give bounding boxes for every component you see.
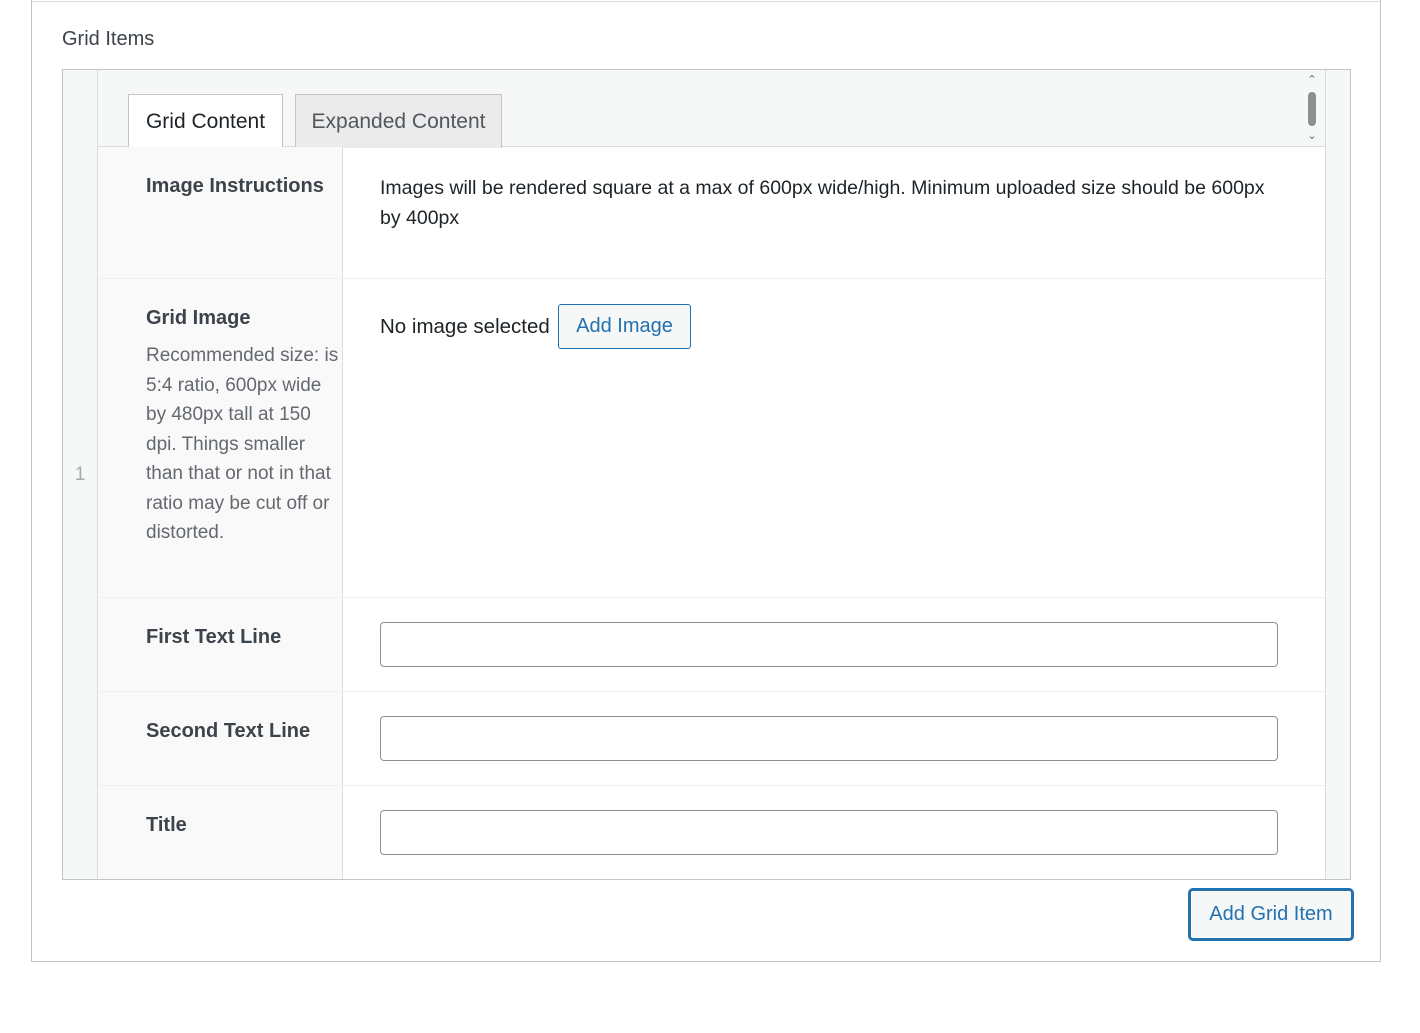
second-text-line-input[interactable] bbox=[380, 716, 1278, 761]
image-status-text: No image selected bbox=[380, 315, 550, 338]
field-label-column: Title bbox=[98, 786, 343, 879]
field-grid-image: Grid Image Recommended size: is 5:4 rati… bbox=[98, 279, 1325, 598]
field-second-text-line: Second Text Line bbox=[98, 692, 1325, 786]
repeater-row: Grid Content Expanded Content ⌃ ⌄ Image … bbox=[98, 70, 1326, 879]
field-label-column: Second Text Line bbox=[98, 692, 343, 785]
field-label-column: First Text Line bbox=[98, 598, 343, 691]
section-label: Grid Items bbox=[62, 28, 155, 50]
title-input[interactable] bbox=[380, 810, 1278, 855]
field-value-column bbox=[380, 692, 1280, 785]
tabs-scrollbar[interactable]: ⌃ ⌄ bbox=[1305, 74, 1319, 142]
image-instructions-text: Images will be rendered square at a max … bbox=[380, 177, 1265, 229]
first-text-line-input[interactable] bbox=[380, 622, 1278, 667]
tab-grid-content[interactable]: Grid Content bbox=[128, 94, 283, 149]
grid-items-repeater: 1 Grid Content Expanded Content ⌃ ⌄ Imag… bbox=[62, 69, 1351, 880]
title-label: Title bbox=[146, 814, 187, 836]
field-title: Title bbox=[98, 786, 1325, 879]
field-image-instructions: Image Instructions Images will be render… bbox=[98, 147, 1325, 279]
image-instructions-label: Image Instructions bbox=[146, 175, 324, 197]
field-value-column bbox=[380, 598, 1280, 691]
field-label-column: Image Instructions bbox=[98, 147, 343, 278]
grid-items-panel: Grid Items 1 Grid Content Expanded Conte… bbox=[31, 0, 1381, 962]
field-value-column: Images will be rendered square at a max … bbox=[380, 147, 1280, 278]
second-text-line-label: Second Text Line bbox=[146, 720, 311, 742]
first-text-line-label: First Text Line bbox=[146, 626, 282, 648]
field-label-column: Grid Image Recommended size: is 5:4 rati… bbox=[98, 279, 343, 597]
add-image-button[interactable]: Add Image bbox=[558, 304, 691, 349]
grid-image-label: Grid Image bbox=[146, 307, 251, 329]
field-value-column bbox=[380, 786, 1280, 879]
row-order-handle[interactable]: 1 bbox=[63, 70, 98, 879]
row-number: 1 bbox=[74, 463, 86, 485]
add-grid-item-button[interactable]: Add Grid Item bbox=[1189, 889, 1353, 940]
grid-image-description: Recommended size: is 5:4 ratio, 600px wi… bbox=[146, 345, 339, 543]
field-value-column: No image selected Add Image bbox=[380, 279, 1280, 597]
field-first-text-line: First Text Line bbox=[98, 598, 1325, 692]
tabs-bar: Grid Content Expanded Content ⌃ ⌄ bbox=[98, 70, 1325, 149]
tab-expanded-content[interactable]: Expanded Content bbox=[295, 94, 502, 148]
chevron-down-icon[interactable]: ⌄ bbox=[1305, 130, 1319, 142]
scroll-thumb[interactable] bbox=[1308, 92, 1316, 126]
panel-top-divider bbox=[32, 0, 1380, 2]
chevron-up-icon[interactable]: ⌃ bbox=[1305, 74, 1319, 86]
